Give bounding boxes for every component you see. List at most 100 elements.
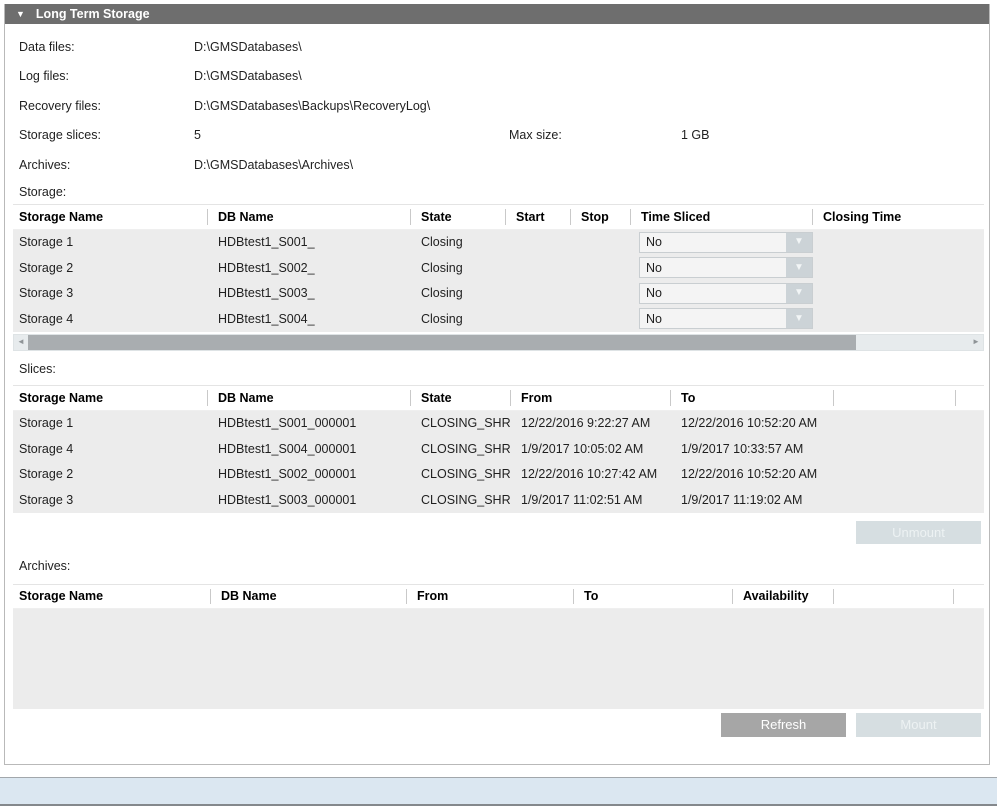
time-sliced-dropdown[interactable]: No ▼ <box>639 308 813 329</box>
column-header: To <box>574 585 733 608</box>
cell-to: 1/9/2017 10:33:57 AM <box>671 442 834 456</box>
cell-time-sliced: No ▼ <box>631 257 813 278</box>
horizontal-scrollbar[interactable]: ◄ ► <box>13 334 984 351</box>
cell-from: 1/9/2017 11:02:51 AM <box>511 493 671 507</box>
column-header: Time Sliced <box>631 205 813 229</box>
cell-state: Closing <box>411 261 506 275</box>
cell-storage-name: Storage 2 <box>13 467 208 481</box>
chevron-down-icon[interactable]: ▼ <box>786 258 812 277</box>
column-header: DB Name <box>211 585 407 608</box>
cell-time-sliced: No ▼ <box>631 283 813 304</box>
column-header: Storage Name <box>13 386 208 410</box>
data-files-label: Data files: <box>19 40 194 54</box>
archives-table: Storage Name DB Name From To Availabilit… <box>13 584 984 709</box>
storage-table: Storage Name DB Name State Start Stop Ti… <box>13 204 984 332</box>
scroll-right-icon[interactable]: ► <box>969 335 983 350</box>
column-header: From <box>407 585 574 608</box>
chevron-down-icon[interactable]: ▼ <box>786 284 812 303</box>
column-header: Availability <box>733 585 834 608</box>
collapse-triangle-icon[interactable]: ▼ <box>16 10 25 19</box>
cell-db-name: HDBtest1_S001_ <box>208 235 411 249</box>
field-row-recovery-files: Recovery files: D:\GMSDatabases\Backups\… <box>5 91 989 121</box>
table-row[interactable]: Storage 2 HDBtest1_S002_000001 CLOSING_S… <box>13 462 984 488</box>
cell-state: CLOSING_SHR <box>411 416 511 430</box>
cell-state: Closing <box>411 286 506 300</box>
scrollbar-track[interactable] <box>28 335 969 350</box>
refresh-button[interactable]: Refresh <box>721 713 846 737</box>
cell-from: 1/9/2017 10:05:02 AM <box>511 442 671 456</box>
cell-storage-name: Storage 3 <box>13 493 208 507</box>
cell-time-sliced: No ▼ <box>631 232 813 253</box>
chevron-down-icon[interactable]: ▼ <box>786 233 812 252</box>
storage-slices-value: 5 <box>194 128 509 142</box>
column-header-empty <box>834 585 954 608</box>
column-header: DB Name <box>208 386 411 410</box>
cell-db-name: HDBtest1_S001_000001 <box>208 416 411 430</box>
cell-db-name: HDBtest1_S002_ <box>208 261 411 275</box>
cell-db-name: HDBtest1_S004_000001 <box>208 442 411 456</box>
cell-storage-name: Storage 2 <box>13 261 208 275</box>
column-header: To <box>671 386 834 410</box>
time-sliced-dropdown[interactable]: No ▼ <box>639 283 813 304</box>
column-header-empty <box>956 386 984 410</box>
cell-state: CLOSING_SHR <box>411 442 511 456</box>
cell-to: 12/22/2016 10:52:20 AM <box>671 467 834 481</box>
table-row[interactable]: Storage 1 HDBtest1_S001_000001 CLOSING_S… <box>13 411 984 437</box>
column-header: Stop <box>571 205 631 229</box>
archives-table-header: Storage Name DB Name From To Availabilit… <box>13 584 984 609</box>
cell-state: CLOSING_SHR <box>411 467 511 481</box>
dropdown-selected-value: No <box>640 312 786 326</box>
cell-state: Closing <box>411 235 506 249</box>
cell-storage-name: Storage 1 <box>13 235 208 249</box>
field-row-data-files: Data files: D:\GMSDatabases\ <box>5 32 989 62</box>
slices-table-header: Storage Name DB Name State From To <box>13 385 984 411</box>
cell-db-name: HDBtest1_S004_ <box>208 312 411 326</box>
chevron-down-icon[interactable]: ▼ <box>786 309 812 328</box>
cell-storage-name: Storage 3 <box>13 286 208 300</box>
recovery-files-value: D:\GMSDatabases\Backups\RecoveryLog\ <box>194 99 430 113</box>
column-header: State <box>411 386 511 410</box>
cell-from: 12/22/2016 10:27:42 AM <box>511 467 671 481</box>
table-row[interactable]: Storage 1 HDBtest1_S001_ Closing No ▼ <box>13 230 984 256</box>
recovery-files-label: Recovery files: <box>19 99 194 113</box>
archives-value: D:\GMSDatabases\Archives\ <box>194 158 353 172</box>
slices-section-label: Slices: <box>5 357 989 381</box>
cell-state: CLOSING_SHR <box>411 493 511 507</box>
column-header: From <box>511 386 671 410</box>
column-header: DB Name <box>208 205 411 229</box>
storage-table-body: Storage 1 HDBtest1_S001_ Closing No ▼ St… <box>13 230 984 332</box>
cell-to: 1/9/2017 11:19:02 AM <box>671 493 834 507</box>
cell-db-name: HDBtest1_S003_ <box>208 286 411 300</box>
cell-db-name: HDBtest1_S002_000001 <box>208 467 411 481</box>
column-header: Closing Time <box>813 205 984 229</box>
storage-table-header: Storage Name DB Name State Start Stop Ti… <box>13 204 984 230</box>
mount-button[interactable]: Mount <box>856 713 981 737</box>
cell-state: Closing <box>411 312 506 326</box>
scroll-left-icon[interactable]: ◄ <box>14 335 28 350</box>
max-size-value: 1 GB <box>681 128 710 142</box>
cell-to: 12/22/2016 10:52:20 AM <box>671 416 834 430</box>
long-term-storage-panel: ▼ Long Term Storage Data files: D:\GMSDa… <box>4 4 990 765</box>
archives-label: Archives: <box>19 158 194 172</box>
table-row[interactable]: Storage 4 HDBtest1_S004_000001 CLOSING_S… <box>13 436 984 462</box>
column-header: Storage Name <box>13 585 211 608</box>
table-row[interactable]: Storage 4 HDBtest1_S004_ Closing No ▼ <box>13 306 984 332</box>
panel-header[interactable]: ▼ Long Term Storage <box>5 4 989 24</box>
table-row[interactable]: Storage 3 HDBtest1_S003_000001 CLOSING_S… <box>13 487 984 513</box>
time-sliced-dropdown[interactable]: No ▼ <box>639 232 813 253</box>
column-header: State <box>411 205 506 229</box>
unmount-button[interactable]: Unmount <box>856 521 981 544</box>
dropdown-selected-value: No <box>640 286 786 300</box>
bottom-status-bar <box>0 777 997 806</box>
log-files-label: Log files: <box>19 69 194 83</box>
cell-storage-name: Storage 1 <box>13 416 208 430</box>
config-fields: Data files: D:\GMSDatabases\ Log files: … <box>5 24 989 180</box>
scrollbar-thumb[interactable] <box>28 335 856 350</box>
table-row[interactable]: Storage 3 HDBtest1_S003_ Closing No ▼ <box>13 281 984 307</box>
slices-table-body: Storage 1 HDBtest1_S001_000001 CLOSING_S… <box>13 411 984 513</box>
long-term-storage-page: ▼ Long Term Storage Data files: D:\GMSDa… <box>0 0 997 810</box>
table-row[interactable]: Storage 2 HDBtest1_S002_ Closing No ▼ <box>13 255 984 281</box>
field-row-archives: Archives: D:\GMSDatabases\Archives\ <box>5 150 989 180</box>
time-sliced-dropdown[interactable]: No ▼ <box>639 257 813 278</box>
archives-table-body <box>13 609 984 709</box>
